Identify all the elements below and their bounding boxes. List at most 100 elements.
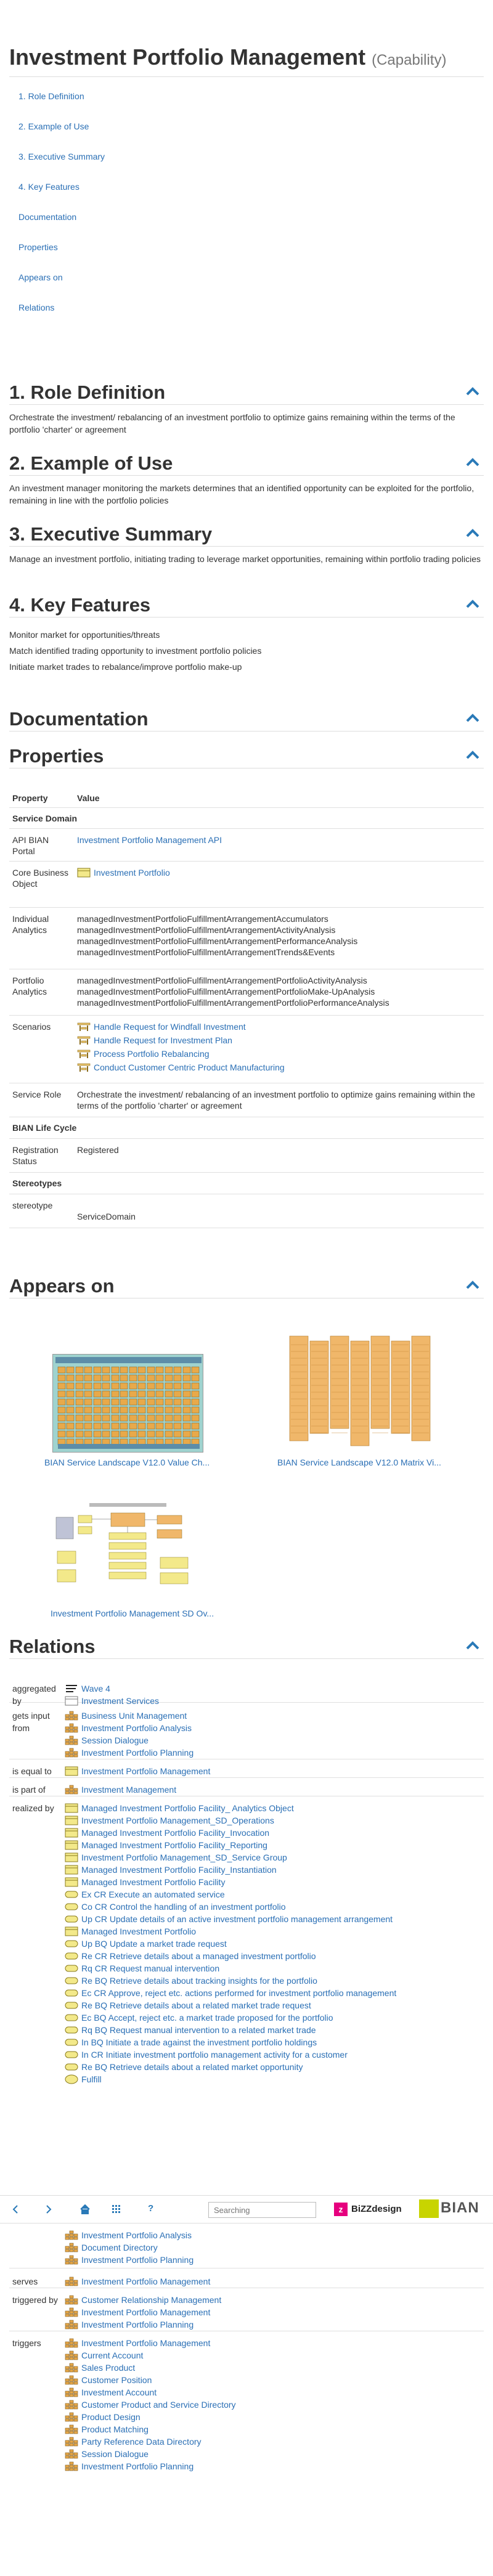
toc-link[interactable]: Appears on [9,269,484,300]
relation-link[interactable]: Investment Portfolio Management [81,1766,210,1776]
toc-link[interactable]: Relations [9,300,484,330]
relation-link[interactable]: Investment Account [81,2387,157,2397]
grid-icon[interactable] [112,2205,121,2214]
relation-link[interactable]: Investment Portfolio Planning [81,2320,194,2329]
relation-link[interactable]: Sales Product [81,2363,135,2373]
relation-link[interactable]: Ec CR Approve, reject etc. actions perfo… [81,1988,396,1998]
relation-link[interactable]: Ex CR Execute an automated service [81,1889,225,1899]
relation-link[interactable]: Re BQ Retrieve details about a related m… [81,2062,303,2072]
home-icon[interactable] [80,2204,90,2214]
relation-link[interactable]: Investment Portfolio Management [81,2338,210,2348]
chevron-up-icon[interactable] [465,748,480,762]
relation-link[interactable]: Up BQ Update a market trade request [81,1939,227,1949]
relation-link[interactable]: Investment Portfolio Management_SD_Servi… [81,1853,287,1862]
chevron-up-icon[interactable] [465,526,480,540]
chevron-up-icon[interactable] [465,711,480,725]
relation-link[interactable]: In CR Initiate investment portfolio mana… [81,2050,348,2060]
toc-link[interactable]: 4. Key Features [9,179,484,209]
api-link[interactable]: Investment Portfolio Management API [77,835,222,845]
relation-link[interactable]: Investment Portfolio Management_SD_Opera… [81,1816,274,1825]
toc-link[interactable]: Properties [9,239,484,269]
element-icon [65,1684,78,1694]
scenario-link[interactable]: Conduct Customer Centric Product Manufac… [94,1062,285,1072]
chevron-up-icon[interactable] [465,384,480,399]
toc-link[interactable]: Documentation [9,209,484,239]
analytics-value: managedInvestmentPortfolioFulfillmentArr… [77,936,358,946]
element-icon [65,2363,78,2373]
sd-overview-thumbnail[interactable] [52,1502,203,1600]
scenario-link[interactable]: Process Portfolio Rebalancing [94,1049,210,1059]
relation-link[interactable]: Current Account [81,2350,143,2360]
relation-link[interactable]: Investment Services [81,1696,159,1706]
relation-link[interactable]: Investment Portfolio Planning [81,2461,194,2471]
relation-link[interactable]: Managed Investment Portfolio Facility_Re… [81,1840,267,1850]
chevron-up-icon[interactable] [465,1278,480,1292]
relation-link[interactable]: Investment Portfolio Management [81,2276,210,2286]
scenario-link[interactable]: Handle Request for Investment Plan [94,1035,232,1045]
chevron-up-icon[interactable] [465,455,480,470]
toc-link[interactable]: 2. Example of Use [9,118,484,149]
relation-link[interactable]: Re CR Retrieve details about a managed i… [81,1951,316,1961]
relation-link[interactable]: Investment Portfolio Management [81,2307,210,2317]
chevron-up-icon[interactable] [465,1638,480,1653]
value-chain-thumbnail[interactable] [52,1354,203,1453]
search-input[interactable] [208,2202,316,2218]
relation-link[interactable]: Customer Relationship Management [81,2295,221,2305]
relation-link[interactable]: Investment Management [81,1785,176,1795]
relation-link[interactable]: Re BQ Retrieve details about a related m… [81,2000,311,2010]
bizzdesign-logo-icon: z [334,2203,348,2216]
relation-link[interactable]: Ec BQ Accept, reject etc. a market trade… [81,2013,333,2023]
relation-link[interactable]: Party Reference Data Directory [81,2437,202,2447]
relation-link[interactable]: Investment Portfolio Analysis [81,1723,192,1733]
toc-link[interactable]: 3. Executive Summary [9,149,484,179]
matrix-view-thumbnail[interactable] [285,1332,436,1449]
scenario-link[interactable]: Handle Request for Windfall Investment [94,1022,246,1032]
forward-icon[interactable] [44,2205,53,2214]
section-executive-summary: 3. Executive Summary Manage an investmen… [9,522,484,565]
chevron-up-icon[interactable] [465,597,480,611]
diagram-link[interactable]: BIAN Service Landscape V12.0 Value Ch... [44,1457,210,1467]
element-icon [65,2295,78,2305]
relation-link[interactable]: Rq BQ Request manual intervention to a r… [81,2025,316,2035]
relation-link[interactable]: Co CR Control the handling of an investm… [81,1902,286,1912]
relation-link[interactable]: Managed Investment Portfolio [81,1926,196,1936]
relation-link[interactable]: Managed Investment Portfolio Facility [81,1877,225,1887]
element-icon [65,2350,78,2360]
element-icon [65,2276,78,2286]
relation-link[interactable]: Rq CR Request manual intervention [81,1963,219,1973]
relation-link[interactable]: Investment Portfolio Analysis [81,2230,192,2240]
relation-link[interactable]: Business Unit Management [81,1711,187,1721]
relation-link[interactable]: Customer Product and Service Directory [81,2400,236,2410]
diagram-link[interactable]: BIAN Service Landscape V12.0 Matrix Vi..… [277,1457,441,1467]
diagram-link[interactable]: Investment Portfolio Management SD Ov... [51,1608,214,1618]
toc-link[interactable]: 1. Role Definition [9,88,484,118]
relation-link[interactable]: Wave 4 [81,1684,110,1694]
relation-label: triggered by [12,2295,58,2305]
relation-link[interactable]: Managed Investment Portfolio Facility_In… [81,1865,277,1875]
element-icon [65,2243,78,2252]
relation-link[interactable]: Product Design [81,2412,141,2422]
relation-link[interactable]: Investment Portfolio Planning [81,1748,194,1758]
table-of-contents: 1. Role Definition 2. Example of Use 3. Ex… [9,88,484,330]
relation-link[interactable]: Up CR Update details of an active invest… [81,1914,393,1924]
relation-link[interactable]: Managed Investment Portfolio Facility_ A… [81,1803,294,1813]
core-business-object-link[interactable]: Investment Portfolio [94,868,170,878]
scenario-icon [77,1049,91,1059]
element-icon [65,2449,78,2459]
relation-link[interactable]: Investment Portfolio Planning [81,2255,194,2265]
relation-link[interactable]: Managed Investment Portfolio Facility_In… [81,1828,269,1838]
relation-link[interactable]: Fulfill [81,2074,102,2084]
element-icon [65,1735,78,1745]
element-icon [65,2387,78,2397]
back-icon[interactable] [11,2205,20,2214]
help-icon[interactable]: ? [148,2203,153,2214]
relation-link[interactable]: Document Directory [81,2243,158,2252]
relation-link[interactable]: Session Dialogue [81,1735,149,1745]
analytics-value: managedInvestmentPortfolioFulfillmentArr… [77,998,389,1008]
relation-link[interactable]: Customer Position [81,2375,152,2385]
relation-link[interactable]: Product Matching [81,2424,149,2434]
section-appears-on: Appears on [9,1274,484,1298]
relation-link[interactable]: Session Dialogue [81,2449,149,2459]
relation-link[interactable]: In BQ Initiate a trade against the inves… [81,2037,317,2047]
relation-link[interactable]: Re BQ Retrieve details about tracking in… [81,1976,317,1986]
